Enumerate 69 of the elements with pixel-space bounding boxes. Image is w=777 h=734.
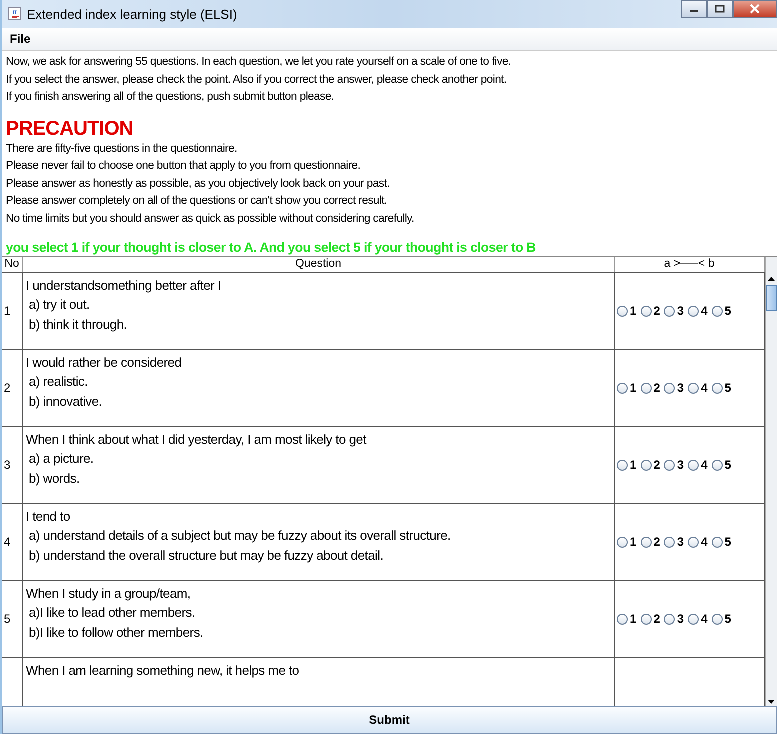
answer-option: b) think it through.	[26, 315, 128, 335]
question-text: I would rather be considered	[26, 354, 182, 372]
answer-option: b) innovative.	[26, 392, 102, 412]
answer-option: b) understand the overall structure but may be fuzzy about detail.	[26, 546, 384, 566]
rating-radio[interactable]: 3	[664, 381, 684, 395]
question-number: 4	[4, 535, 11, 549]
answer-option: b)I like to follow other members.	[26, 623, 204, 643]
scrollbar[interactable]	[765, 257, 777, 706]
close-button[interactable]	[733, 0, 777, 18]
rating-radio[interactable]: 4	[688, 304, 708, 318]
rating-radio[interactable]: 3	[664, 535, 684, 549]
precaution-text: There are fifty-five questions in the questionnaire.	[6, 142, 238, 156]
rating-radio[interactable]: 5	[712, 535, 732, 549]
question-number: 5	[4, 612, 11, 626]
rating-radio[interactable]: 3	[664, 612, 684, 626]
answer-option: a) understand details of a subject but may be fuzzy about its overall structure.	[26, 526, 451, 546]
rating-radio[interactable]: 1	[617, 381, 637, 395]
rating-radio[interactable]: 2	[640, 612, 660, 626]
precaution-text: Please answer completely on all of the questions or can't show you correct result.	[6, 194, 388, 209]
rating-radio[interactable]: 2	[640, 535, 660, 549]
question-text: I understandsomething better after I	[26, 277, 222, 295]
precaution-text: No time limits but you should answer as quick as possible without considering carefully.	[6, 212, 416, 226]
precaution-text: Please answer as honestly as possible, as you objectively look back on your past.	[6, 176, 391, 192]
submit-button[interactable]: Submit	[2, 706, 777, 734]
maximize-icon	[715, 5, 725, 13]
rating-radio[interactable]: 5	[712, 612, 732, 626]
scroll-up-icon[interactable]	[766, 275, 777, 283]
menu-item[interactable]: File	[10, 32, 31, 46]
instruction-text: you select 1 if your thought is closer to A. And you select 5 if your thought is closer to B	[6, 240, 537, 256]
rating-radio[interactable]: 2	[640, 381, 660, 395]
question-number: 2	[4, 381, 11, 395]
column-header: No	[2, 257, 23, 272]
scroll-thumb[interactable]	[766, 285, 777, 311]
precaution-heading: PRECAUTION	[6, 116, 134, 140]
question-number: 3	[4, 458, 11, 472]
close-icon	[750, 4, 760, 14]
answer-option: a)I like to lead other members.	[26, 603, 196, 623]
question-text: When I think about what I did yesterday, I am most likely to get	[26, 431, 366, 449]
rating-radio[interactable]: 5	[712, 458, 732, 472]
rating-radio[interactable]: 5	[712, 381, 732, 395]
question-text: When I study in a group/team,	[26, 585, 191, 603]
rating-radio[interactable]: 1	[617, 535, 637, 549]
answer-option: a) realistic.	[26, 372, 88, 392]
rating-radio[interactable]: 4	[688, 535, 708, 549]
rating-radio[interactable]: 2	[640, 458, 660, 472]
answer-option: b) words.	[26, 469, 80, 489]
rating-radio[interactable]: 4	[688, 458, 708, 472]
answer-option: a) a picture.	[26, 449, 94, 469]
question-text: When I am learning something new, it helps me to	[26, 662, 300, 680]
intro-text: Now, we ask for answering 55 questions. In each question, we let you rate yourself on a scale of one to five.	[6, 55, 512, 70]
question-number: 1	[4, 304, 11, 318]
question-text: I tend to	[26, 508, 70, 526]
rating-radio[interactable]: 4	[688, 612, 708, 626]
rating-radio[interactable]: 2	[640, 304, 660, 318]
minimize-button[interactable]	[681, 0, 707, 18]
column-header: Question	[23, 257, 615, 272]
rating-radio[interactable]: 5	[712, 304, 732, 318]
rating-radio[interactable]: 1	[617, 304, 637, 318]
rating-radio[interactable]: 1	[617, 458, 637, 472]
rating-radio[interactable]: 1	[617, 612, 637, 626]
intro-text: If you select the answer, please check the point. Also if you correct the answer, please check another point.	[6, 72, 508, 88]
intro-text: If you finish answering all of the questions, push submit button please.	[6, 90, 336, 105]
maximize-button[interactable]	[707, 0, 733, 18]
rating-radio[interactable]: 3	[664, 458, 684, 472]
window-title: Extended index learning style (ELSI)	[27, 6, 238, 22]
rating-radio[interactable]: 3	[664, 304, 684, 318]
answer-option: a) try it out.	[26, 295, 90, 315]
rating-radio[interactable]: 4	[688, 381, 708, 395]
precaution-text: Please never fail to choose one button that apply to you from questionnaire.	[6, 159, 362, 174]
